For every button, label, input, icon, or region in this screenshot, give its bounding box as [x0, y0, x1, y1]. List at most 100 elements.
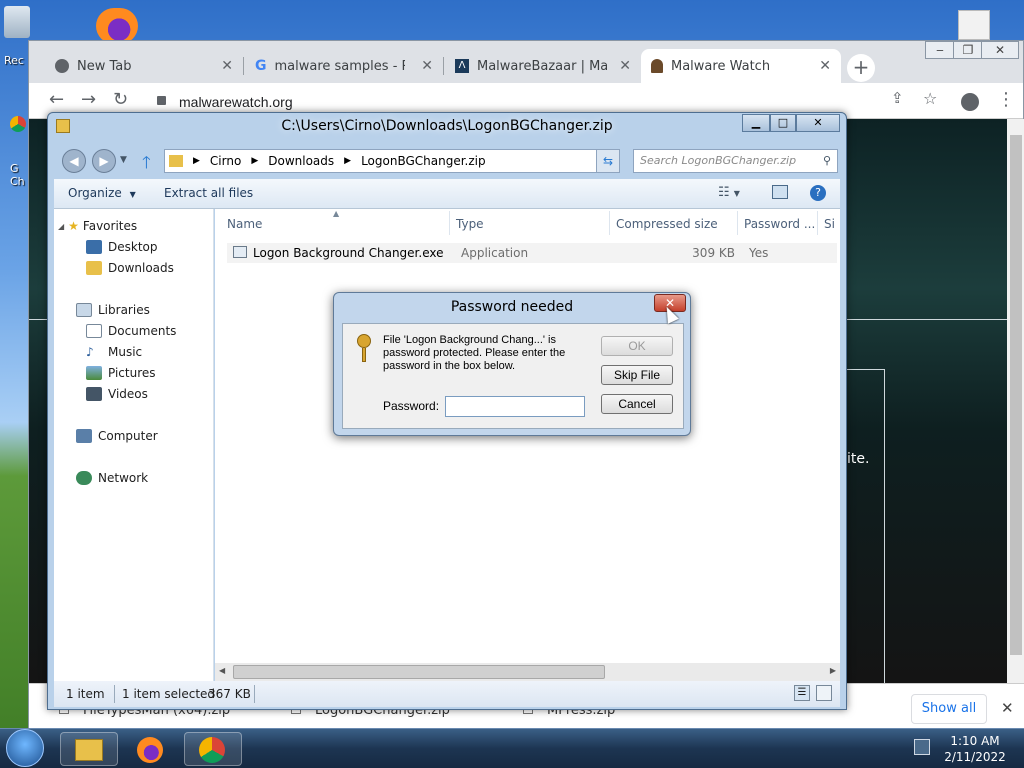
skip-file-button[interactable]: Skip File [601, 365, 673, 385]
folder-icon [75, 739, 103, 761]
horizontal-scrollbar[interactable]: ◀ ▶ [215, 663, 840, 681]
refresh-icon[interactable]: ⇆ [596, 149, 620, 173]
nav-videos[interactable]: Videos [86, 387, 148, 401]
status-divider [254, 685, 255, 703]
search-placeholder: Search LogonBGChanger.zip [640, 154, 797, 167]
start-button[interactable] [6, 729, 44, 767]
scroll-left-icon[interactable]: ◀ [219, 666, 225, 675]
minimize-button[interactable]: ▁ [742, 114, 770, 132]
extract-all-button[interactable]: Extract all files [164, 186, 253, 200]
nav-network[interactable]: Network [76, 471, 148, 485]
cancel-button[interactable]: Cancel [601, 394, 673, 414]
tab-close-icon[interactable]: ✕ [619, 58, 631, 74]
malwarebazaar-icon: Λ [455, 59, 469, 73]
column-divider[interactable] [737, 211, 738, 235]
desktop-icon-chrome[interactable]: G Ch [10, 116, 30, 188]
back-icon[interactable]: ← [49, 89, 64, 110]
file-desktop-icon[interactable] [958, 10, 990, 40]
taskbar-firefox[interactable] [122, 732, 180, 766]
nav-label: Favorites [82, 219, 138, 233]
minimize-button[interactable]: ‒ [925, 41, 955, 59]
nav-documents[interactable]: Documents [86, 324, 176, 338]
firefox-icon [137, 737, 163, 763]
up-arrow-icon[interactable]: 🡑 [142, 150, 151, 179]
file-list: Name ▲ Type Compressed size Password ...… [215, 209, 840, 681]
chevron-down-icon[interactable]: ▼ [120, 155, 127, 165]
close-download-bar-icon[interactable]: ✕ [1001, 699, 1014, 717]
column-divider[interactable] [449, 211, 450, 235]
tab-malware-samples[interactable]: G malware samples - Reche ✕ [245, 49, 443, 83]
network-tray-icon[interactable] [914, 739, 930, 755]
breadcrumb-item[interactable]: LogonBGChanger.zip [361, 154, 486, 168]
maximize-button[interactable]: □ [770, 114, 796, 132]
view-options-icon[interactable]: ☷ ▼ [718, 185, 740, 200]
reload-icon[interactable]: ↻ [113, 89, 128, 110]
password-dialog: Password needed ✕ File 'Logon Background… [333, 292, 691, 436]
tab-close-icon[interactable]: ✕ [421, 58, 433, 74]
show-all-button[interactable]: Show all [911, 694, 987, 724]
chrome-icon [10, 116, 26, 132]
column-header-compressed-size[interactable]: Compressed size [616, 217, 718, 231]
breadcrumb-item[interactable]: Cirno [210, 154, 241, 168]
details-view-icon[interactable]: ☰ [794, 685, 810, 701]
nav-label: Libraries [98, 303, 150, 317]
search-input[interactable]: Search LogonBGChanger.zip ⚲ [633, 149, 838, 173]
breadcrumb-item[interactable]: Downloads [268, 154, 334, 168]
help-icon[interactable]: ? [810, 185, 826, 201]
firefox-desktop-icon[interactable] [96, 8, 138, 44]
back-icon[interactable]: ◀ [62, 149, 86, 173]
close-window-button[interactable]: ✕ [796, 114, 840, 132]
bookmark-star-icon[interactable]: ☆ [923, 89, 937, 108]
nav-pictures[interactable]: Pictures [86, 366, 156, 380]
tab-new-tab[interactable]: New Tab ✕ [45, 49, 243, 83]
share-icon[interactable]: ⇪ [891, 89, 904, 107]
more-menu-icon[interactable]: ⋮ [997, 89, 1015, 110]
nav-libraries[interactable]: Libraries [76, 303, 150, 317]
password-field[interactable] [445, 396, 585, 417]
chrome-icon [55, 59, 69, 73]
tab-malware-watch[interactable]: Malware Watch ✕ [641, 49, 841, 83]
thumbnail-view-icon[interactable] [816, 685, 832, 701]
new-tab-button[interactable]: + [847, 54, 875, 82]
nav-downloads[interactable]: Downloads [86, 261, 174, 275]
tab-close-icon[interactable]: ✕ [221, 58, 233, 74]
downloads-icon [86, 261, 102, 275]
status-bar: 1 item 1 item selected 367 KB ☰ [54, 681, 840, 707]
ok-button[interactable]: OK [601, 336, 673, 356]
close-window-button[interactable]: ✕ [981, 41, 1019, 59]
tab-close-icon[interactable]: ✕ [819, 58, 831, 74]
selected-count: 1 item selected [122, 687, 216, 701]
column-header-name[interactable]: Name [227, 217, 262, 231]
taskbar-chrome[interactable] [184, 732, 242, 766]
column-divider[interactable] [609, 211, 610, 235]
table-row[interactable]: Logon Background Changer.exe Application… [227, 243, 837, 263]
taskbar-explorer[interactable] [60, 732, 118, 766]
preview-pane-icon[interactable] [772, 185, 788, 199]
scrollbar-thumb[interactable] [233, 665, 605, 679]
nav-label: Computer [98, 429, 158, 443]
clock[interactable]: 1:10 AM 2/11/2022 [944, 733, 1006, 765]
clock-date: 2/11/2022 [944, 750, 1006, 764]
forward-icon[interactable]: → [81, 89, 96, 110]
column-divider[interactable] [817, 211, 818, 235]
nav-computer[interactable]: Computer [76, 429, 158, 443]
tab-label: MalwareBazaar | Malware [477, 58, 607, 74]
organize-button[interactable]: Organize ▼ [68, 186, 136, 200]
column-header-password[interactable]: Password ... [744, 217, 815, 231]
column-header-type[interactable]: Type [456, 217, 484, 231]
scrollbar-thumb[interactable] [1010, 135, 1022, 655]
nav-desktop[interactable]: Desktop [86, 240, 158, 254]
nav-label: Music [108, 345, 143, 359]
nav-music[interactable]: ♪ Music [86, 345, 142, 359]
profile-avatar[interactable] [961, 93, 979, 111]
dialog-body: File 'Logon Background Chang...' is pass… [342, 323, 684, 429]
tab-malwarebazaar[interactable]: Λ MalwareBazaar | Malware ✕ [445, 49, 641, 83]
folder-icon [169, 155, 183, 167]
column-header-size[interactable]: Si [824, 217, 835, 231]
address-bar[interactable]: ▶ Cirno ▶ Downloads ▶ LogonBGChanger.zip… [164, 149, 620, 173]
page-scrollbar[interactable] [1007, 119, 1024, 683]
scroll-right-icon[interactable]: ▶ [830, 666, 836, 675]
nav-favorites[interactable]: ◢ ★ Favorites [58, 219, 137, 233]
maximize-button[interactable]: ❐ [953, 41, 983, 59]
forward-icon[interactable]: ▶ [92, 149, 116, 173]
